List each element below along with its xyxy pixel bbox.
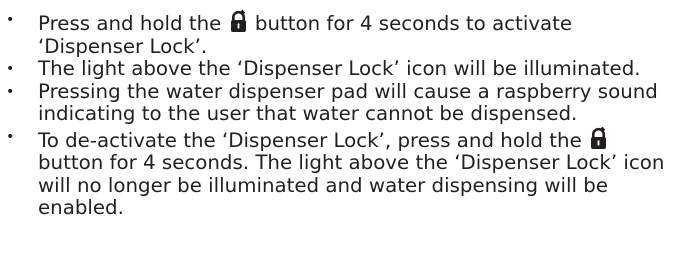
bullet-icon: • — [6, 61, 15, 77]
instruction-list: • Press and hold the button for 4 second… — [0, 0, 688, 220]
instruction-document: • Press and hold the button for 4 second… — [0, 0, 688, 274]
bullet-icon: • — [6, 12, 15, 28]
bullet-icon: • — [6, 128, 15, 145]
item-text-start: Press and hold the — [38, 12, 228, 35]
lock-icon — [590, 126, 607, 150]
lock-icon — [230, 9, 247, 33]
list-item-deactivate-lock: • To de-activate the ‘Dispenser Lock’, p… — [0, 126, 688, 220]
list-item-light-illuminated: • The light above the ‘Dispenser Lock’ i… — [0, 57, 688, 81]
item-text: Pressing the water dispenser pad will ca… — [38, 79, 658, 125]
item-text-start: To de-activate the ‘Dispenser Lock’, pre… — [38, 128, 589, 152]
list-item-raspberry-sound: • Pressing the water dispenser pad will … — [0, 79, 688, 126]
bullet-icon: • — [6, 83, 15, 100]
item-text: The light above the ‘Dispenser Lock’ ico… — [38, 57, 641, 80]
item-text-end: button for 4 seconds. The light above th… — [38, 151, 665, 219]
list-item-activate-lock: • Press and hold the button for 4 second… — [0, 9, 688, 58]
